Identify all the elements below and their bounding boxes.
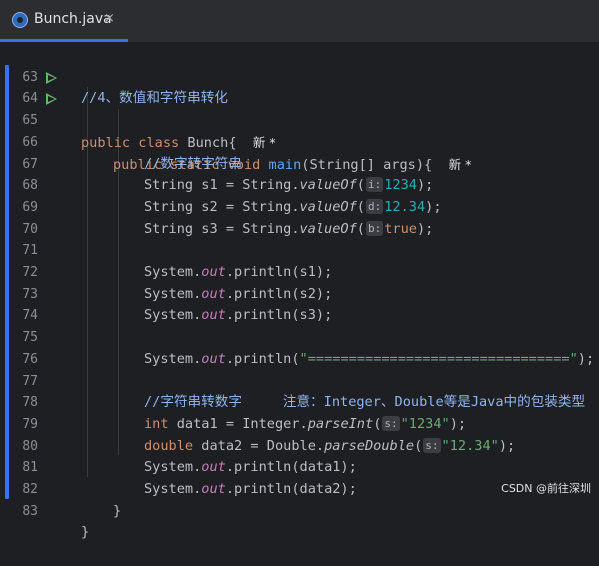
run-icon[interactable] [46,93,57,106]
code-line: 69 String s3 = String.valueOf(b: true); [0,175,599,237]
code-line: 78 int data1 = Integer.parseInt(s: "1234"… [0,371,599,432]
tab-label: Bunch.java [34,11,112,27]
run-icon[interactable] [46,71,57,84]
code-line: 76 [0,327,599,367]
code-line: 81 System.out.println(data2); [0,436,599,497]
code-line: 71 System.out.println(s1); [0,219,599,280]
code-line: 79 double data2 = Double.parseDouble(s: "… [0,392,599,454]
code-line: 74 [0,284,599,323]
closing-brace: } [113,502,122,519]
code-line: 63 //4、数值和字符串转化 [0,45,599,107]
tab-bunch-java[interactable]: Bunch.java × [0,0,128,42]
code-line: 77 //字符串转数字 注意：Integer、Double等是Java中的包装类… [0,349,599,411]
watermark: CSDN @前往深圳 [501,482,591,495]
java-class-icon [12,12,28,28]
code-editor[interactable]: 63 //4、数值和字符串转化 64 public class Bunch{ 新… [0,43,599,540]
code-line: 68 String s2 = String.valueOf(d: 12.34); [0,154,599,215]
closing-brace: } [81,524,90,541]
code-line: 67 String s1 = String.valueOf(i: 1234); [0,132,599,194]
editor-tab-bar: Bunch.java × [0,0,599,43]
code-line: 80 System.out.println(data1); [0,414,599,476]
code-line: 72 System.out.println(s2); [0,240,599,302]
code-line: 64 public class Bunch{ 新 * [0,67,599,151]
code-line: 65 public static void main(String[] args… [0,88,599,173]
code-line: 82 } [0,457,599,519]
code-line: 73 System.out.println(s3); [0,262,599,324]
line-number: 83 [22,503,38,519]
code-line: 75 System.out.println("=================… [0,305,599,367]
code-line: 70 [0,197,599,237]
close-icon[interactable]: × [104,11,115,26]
code-line: 66 //数字转字符串 [0,110,599,172]
